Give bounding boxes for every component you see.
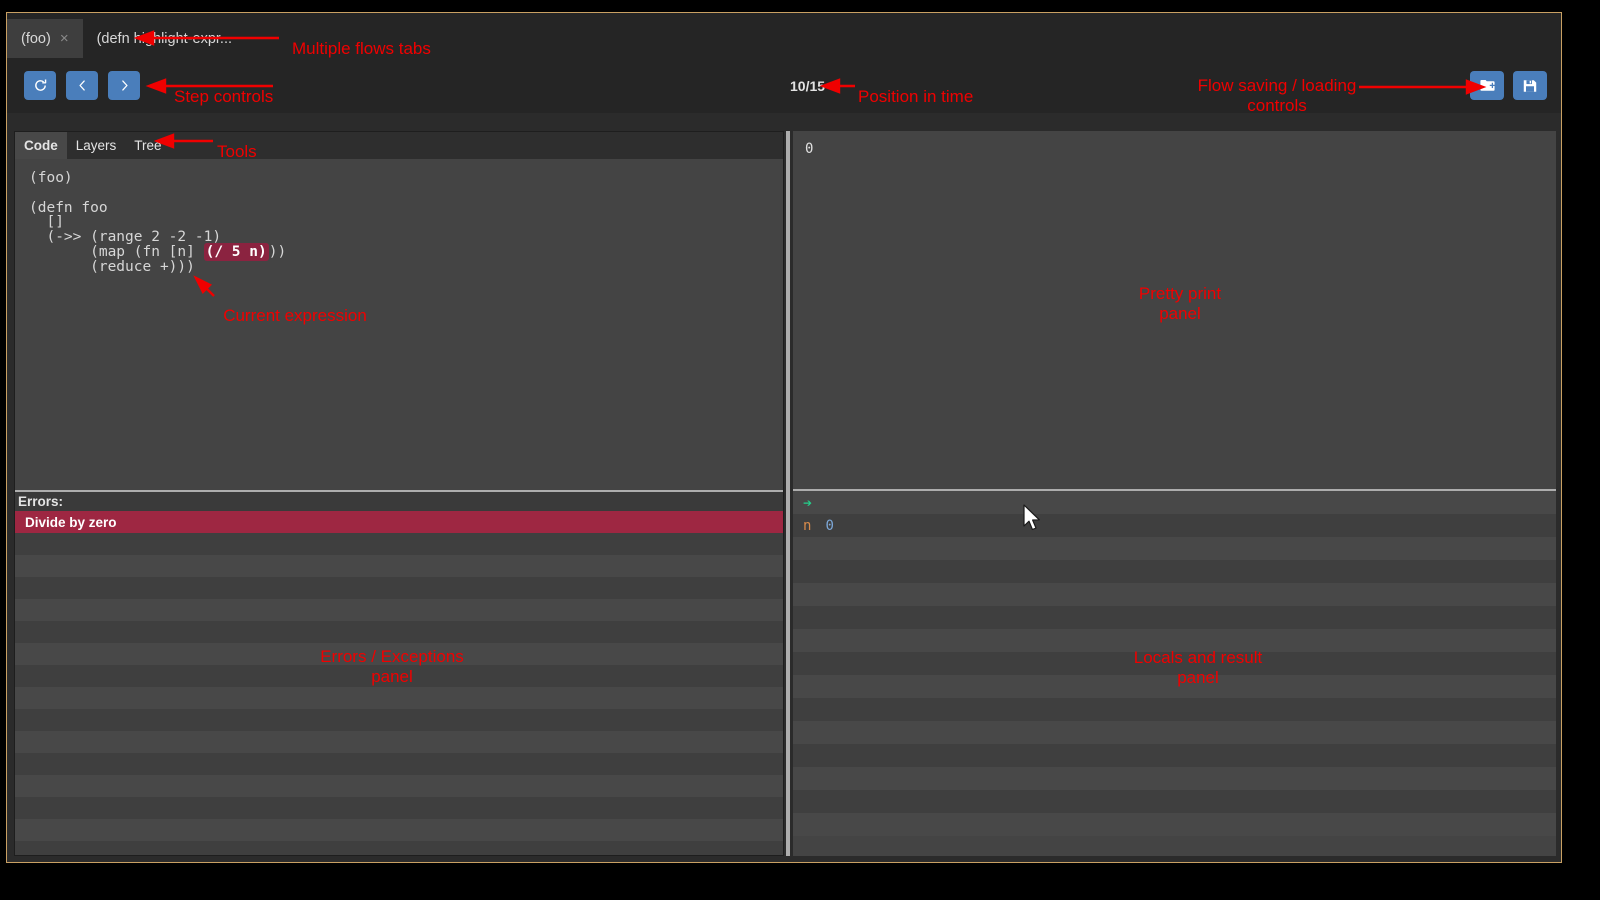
chevron-right-icon [118, 79, 131, 92]
local-row-empty [793, 721, 1556, 744]
error-row-empty [15, 819, 783, 841]
left-column: Code Layers Tree (foo) (defn foo [] (->>… [14, 131, 784, 856]
step-back-button[interactable] [66, 71, 98, 100]
code-line: (->> (range 2 -2 -1) [29, 230, 783, 245]
flow-save-load-controls [1461, 71, 1547, 100]
error-row-empty [15, 643, 783, 665]
error-row-empty [15, 599, 783, 621]
local-row-empty [793, 537, 1556, 560]
tab-code[interactable]: Code [15, 132, 67, 159]
error-row-empty [15, 555, 783, 577]
right-column: 0 ➔ n 0 [793, 131, 1556, 856]
floppy-disk-icon [1522, 78, 1538, 94]
errors-list: Divide by zero [15, 511, 783, 855]
code-line: (map (fn [n] (/ 5 n))) [29, 242, 783, 261]
flow-tab-label: (defn highlight-expr... [96, 30, 233, 47]
local-row-empty [793, 813, 1556, 836]
error-row-empty [15, 621, 783, 643]
code-token: (->> (range 2 -2 -1) [29, 229, 222, 246]
code-token: (foo) [29, 170, 73, 186]
error-row-empty [15, 841, 783, 855]
local-row-empty [793, 767, 1556, 790]
code-token: (defn foo [29, 199, 108, 216]
pretty-print-value: 0 [805, 141, 814, 157]
code-line: [] [29, 215, 783, 230]
local-row-empty [793, 675, 1556, 698]
local-name: n [803, 517, 812, 534]
local-row[interactable]: n0 [793, 514, 1556, 537]
code-token: [] [29, 214, 64, 231]
locals-list: ➔ n 0 [793, 491, 1556, 836]
errors-panel: Errors: Divide by zero [15, 490, 783, 855]
error-row-empty [15, 533, 783, 555]
local-row-empty [793, 583, 1556, 606]
local-row-empty [793, 606, 1556, 629]
errors-header: Errors: [15, 492, 783, 511]
error-row-empty [15, 687, 783, 709]
error-row-empty [15, 731, 783, 753]
local-row-empty [793, 652, 1556, 675]
result-arrow-icon: ➔ [803, 493, 813, 512]
main-body: Code Layers Tree (foo) (defn foo [] (->>… [7, 113, 1561, 862]
local-row-empty [793, 790, 1556, 813]
error-row-empty [15, 665, 783, 687]
error-row-empty [15, 577, 783, 599]
current-expression-highlight[interactable]: (/ 5 n) [203, 242, 269, 261]
main-toolbar: 10/15 [7, 58, 1561, 113]
tools-tabs: Code Layers Tree [15, 132, 783, 159]
step-controls [7, 71, 140, 100]
local-row-empty [793, 629, 1556, 652]
source-code-view[interactable]: (foo) (defn foo [] (->> (range 2 -2 -1) … [15, 159, 783, 275]
error-row-empty [15, 709, 783, 731]
vertical-splitter[interactable] [786, 131, 790, 856]
code-line: (reduce +))) [29, 258, 783, 275]
locals-panel: ➔ n 0 [793, 489, 1556, 856]
chevron-left-icon [76, 79, 89, 92]
local-row-empty [793, 698, 1556, 721]
code-panel: Code Layers Tree (foo) (defn foo [] (->>… [15, 132, 783, 487]
local-value: 0 [825, 517, 834, 534]
flow-tab-foo[interactable]: (foo) × [7, 19, 83, 58]
reset-icon [33, 78, 48, 93]
flow-tab-label: (foo) [21, 30, 51, 47]
tab-layers[interactable]: Layers [67, 132, 126, 159]
code-token: (map (fn [n] [29, 243, 204, 260]
flow-tab-highlight-expr[interactable]: (defn highlight-expr... [83, 19, 246, 58]
flow-tabs-bar: (foo) × (defn highlight-expr... [7, 13, 1561, 58]
error-row-empty [15, 775, 783, 797]
folder-plus-icon [1479, 77, 1496, 94]
position-in-time: 10/15 [790, 77, 826, 94]
step-forward-button[interactable] [108, 71, 140, 100]
save-flow-button[interactable] [1513, 71, 1547, 100]
close-icon[interactable]: × [60, 31, 69, 46]
code-line: (defn foo [29, 199, 783, 216]
error-row-empty [15, 797, 783, 819]
load-flow-button[interactable] [1470, 71, 1504, 100]
app-window: (foo) × (defn highlight-expr... 10/15 Co… [6, 12, 1562, 863]
tab-tree[interactable]: Tree [125, 132, 170, 159]
code-token: (reduce +))) [29, 258, 195, 275]
local-row-empty [793, 560, 1556, 583]
code-token: )) [268, 243, 287, 260]
result-arrow-row[interactable]: ➔ [793, 491, 1556, 514]
error-row[interactable]: Divide by zero [15, 511, 783, 533]
pretty-print-panel[interactable]: 0 [793, 131, 1556, 486]
error-row-empty [15, 753, 783, 775]
reset-button[interactable] [24, 71, 56, 100]
code-line: (foo) [29, 171, 783, 186]
local-row-empty [793, 744, 1556, 767]
